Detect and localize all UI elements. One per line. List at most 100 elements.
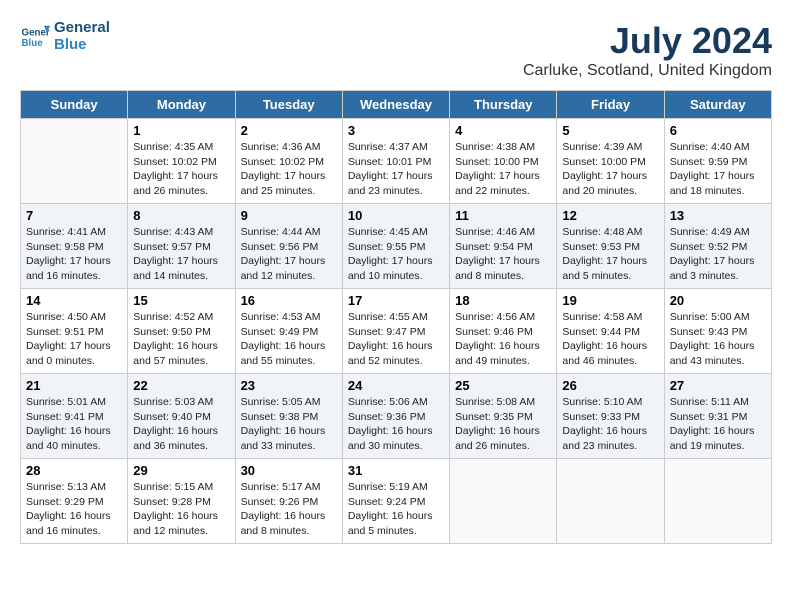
calendar-cell: 8Sunrise: 4:43 AM Sunset: 9:57 PM Daylig… (128, 204, 235, 289)
calendar-cell (450, 459, 557, 544)
day-number: 19 (562, 293, 658, 308)
day-header-monday: Monday (128, 91, 235, 119)
calendar-cell: 7 Sunrise: 4:41 AM Sunset: 9:58 PM Daylig… (21, 204, 128, 289)
day-number: 20 (670, 293, 766, 308)
day-info: Sunrise: 5:10 AM Sunset: 9:33 PM Dayligh… (562, 395, 658, 454)
week-row-1: 1Sunrise: 4:35 AM Sunset: 10:02 PM Dayli… (21, 119, 772, 204)
day-info: Sunrise: 5:15 AM Sunset: 9:28 PM Dayligh… (133, 480, 229, 539)
calendar-cell: 24Sunrise: 5:06 AM Sunset: 9:36 PM Dayli… (342, 374, 449, 459)
day-number: 18 (455, 293, 551, 308)
day-number: 15 (133, 293, 229, 308)
calendar-cell: 3 Sunrise: 4:37 AM Sunset: 10:01 PM Dayli… (342, 119, 449, 204)
calendar-cell: 21Sunrise: 5:01 AM Sunset: 9:41 PM Dayli… (21, 374, 128, 459)
week-row-5: 28Sunrise: 5:13 AM Sunset: 9:29 PM Dayli… (21, 459, 772, 544)
day-number: 31 (348, 463, 444, 478)
calendar-cell: 18 Sunrise: 4:56 AM Sunset: 9:46 PM Dayli… (450, 289, 557, 374)
calendar-cell (664, 459, 771, 544)
day-header-thursday: Thursday (450, 91, 557, 119)
day-number: 9 (241, 208, 337, 223)
calendar-cell: 23Sunrise: 5:05 AM Sunset: 9:38 PM Dayli… (235, 374, 342, 459)
calendar-cell: 1Sunrise: 4:35 AM Sunset: 10:02 PM Dayli… (128, 119, 235, 204)
day-info: Sunrise: 4:45 AM Sunset: 9:55 PM Dayligh… (348, 225, 444, 284)
calendar-cell: 14 Sunrise: 4:50 AM Sunset: 9:51 PM Dayli… (21, 289, 128, 374)
calendar-cell: 29 Sunrise: 5:15 AM Sunset: 9:28 PM Dayli… (128, 459, 235, 544)
day-number: 29 (133, 463, 229, 478)
calendar-cell: 13 Sunrise: 4:49 AM Sunset: 9:52 PM Dayli… (664, 204, 771, 289)
day-info: Sunrise: 4:36 AM Sunset: 10:02 PM Daylig… (241, 140, 337, 199)
day-number: 12 (562, 208, 658, 223)
calendar-cell: 28Sunrise: 5:13 AM Sunset: 9:29 PM Dayli… (21, 459, 128, 544)
day-number: 6 (670, 123, 766, 138)
calendar-cell (557, 459, 664, 544)
calendar-cell: 6 Sunrise: 4:40 AM Sunset: 9:59 PM Daylig… (664, 119, 771, 204)
location-title: Carluke, Scotland, United Kingdom (523, 62, 772, 80)
day-number: 3 (348, 123, 444, 138)
day-info: Sunrise: 4:39 AM Sunset: 10:00 PM Daylig… (562, 140, 658, 199)
day-number: 23 (241, 378, 337, 393)
calendar-cell: 27Sunrise: 5:11 AM Sunset: 9:31 PM Dayli… (664, 374, 771, 459)
day-info: Sunrise: 4:37 AM Sunset: 10:01 PM Daylig… (348, 140, 444, 199)
day-number: 21 (26, 378, 122, 393)
day-number: 7 (26, 208, 122, 223)
day-header-saturday: Saturday (664, 91, 771, 119)
day-number: 2 (241, 123, 337, 138)
week-row-4: 21Sunrise: 5:01 AM Sunset: 9:41 PM Dayli… (21, 374, 772, 459)
calendar-cell: 30 Sunrise: 5:17 AM Sunset: 9:26 PM Dayli… (235, 459, 342, 544)
calendar-cell: 9Sunrise: 4:44 AM Sunset: 9:56 PM Daylig… (235, 204, 342, 289)
calendar-cell: 11 Sunrise: 4:46 AM Sunset: 9:54 PM Dayli… (450, 204, 557, 289)
day-info: Sunrise: 4:49 AM Sunset: 9:52 PM Dayligh… (670, 225, 766, 284)
calendar-cell: 25 Sunrise: 5:08 AM Sunset: 9:35 PM Dayli… (450, 374, 557, 459)
title-area: July 2024 Carluke, Scotland, United King… (523, 20, 772, 80)
day-number: 26 (562, 378, 658, 393)
header: General Blue General Blue July 2024 Carl… (20, 20, 772, 80)
svg-text:Blue: Blue (22, 38, 44, 49)
day-number: 28 (26, 463, 122, 478)
calendar-cell: 16Sunrise: 4:53 AM Sunset: 9:49 PM Dayli… (235, 289, 342, 374)
day-number: 10 (348, 208, 444, 223)
day-info: Sunrise: 4:50 AM Sunset: 9:51 PM Dayligh… (26, 310, 122, 369)
calendar-cell: 15 Sunrise: 4:52 AM Sunset: 9:50 PM Dayli… (128, 289, 235, 374)
month-title: July 2024 (523, 20, 772, 62)
calendar-cell: 19 Sunrise: 4:58 AM Sunset: 9:44 PM Dayli… (557, 289, 664, 374)
day-info: Sunrise: 4:58 AM Sunset: 9:44 PM Dayligh… (562, 310, 658, 369)
day-info: Sunrise: 4:40 AM Sunset: 9:59 PM Dayligh… (670, 140, 766, 199)
calendar-table: SundayMondayTuesdayWednesdayThursdayFrid… (20, 90, 772, 544)
day-info: Sunrise: 5:17 AM Sunset: 9:26 PM Dayligh… (241, 480, 337, 539)
day-number: 5 (562, 123, 658, 138)
day-header-tuesday: Tuesday (235, 91, 342, 119)
day-info: Sunrise: 4:56 AM Sunset: 9:46 PM Dayligh… (455, 310, 551, 369)
week-row-3: 14 Sunrise: 4:50 AM Sunset: 9:51 PM Dayli… (21, 289, 772, 374)
calendar-cell: 26 Sunrise: 5:10 AM Sunset: 9:33 PM Dayli… (557, 374, 664, 459)
calendar-cell: 31 Sunrise: 5:19 AM Sunset: 9:24 PM Dayli… (342, 459, 449, 544)
day-info: Sunrise: 5:08 AM Sunset: 9:35 PM Dayligh… (455, 395, 551, 454)
day-info: Sunrise: 4:52 AM Sunset: 9:50 PM Dayligh… (133, 310, 229, 369)
day-number: 11 (455, 208, 551, 223)
day-number: 30 (241, 463, 337, 478)
calendar-cell: 2 Sunrise: 4:36 AM Sunset: 10:02 PM Dayli… (235, 119, 342, 204)
day-number: 8 (133, 208, 229, 223)
day-header-friday: Friday (557, 91, 664, 119)
day-number: 14 (26, 293, 122, 308)
calendar-body: 1Sunrise: 4:35 AM Sunset: 10:02 PM Dayli… (21, 119, 772, 544)
week-row-2: 7 Sunrise: 4:41 AM Sunset: 9:58 PM Daylig… (21, 204, 772, 289)
logo: General Blue General Blue (20, 20, 110, 53)
day-number: 25 (455, 378, 551, 393)
calendar-cell: 12Sunrise: 4:48 AM Sunset: 9:53 PM Dayli… (557, 204, 664, 289)
day-info: Sunrise: 5:00 AM Sunset: 9:43 PM Dayligh… (670, 310, 766, 369)
day-header-wednesday: Wednesday (342, 91, 449, 119)
day-info: Sunrise: 4:41 AM Sunset: 9:58 PM Dayligh… (26, 225, 122, 284)
day-info: Sunrise: 4:46 AM Sunset: 9:54 PM Dayligh… (455, 225, 551, 284)
calendar-cell: 10 Sunrise: 4:45 AM Sunset: 9:55 PM Dayli… (342, 204, 449, 289)
day-info: Sunrise: 5:19 AM Sunset: 9:24 PM Dayligh… (348, 480, 444, 539)
day-info: Sunrise: 5:06 AM Sunset: 9:36 PM Dayligh… (348, 395, 444, 454)
calendar-cell: 5 Sunrise: 4:39 AM Sunset: 10:00 PM Dayli… (557, 119, 664, 204)
calendar-cell (21, 119, 128, 204)
calendar-cell: 22Sunrise: 5:03 AM Sunset: 9:40 PM Dayli… (128, 374, 235, 459)
days-header-row: SundayMondayTuesdayWednesdayThursdayFrid… (21, 91, 772, 119)
day-info: Sunrise: 4:38 AM Sunset: 10:00 PM Daylig… (455, 140, 551, 199)
day-number: 17 (348, 293, 444, 308)
day-info: Sunrise: 4:35 AM Sunset: 10:02 PM Daylig… (133, 140, 229, 199)
day-info: Sunrise: 5:11 AM Sunset: 9:31 PM Dayligh… (670, 395, 766, 454)
calendar-cell: 4Sunrise: 4:38 AM Sunset: 10:00 PM Dayli… (450, 119, 557, 204)
day-number: 13 (670, 208, 766, 223)
